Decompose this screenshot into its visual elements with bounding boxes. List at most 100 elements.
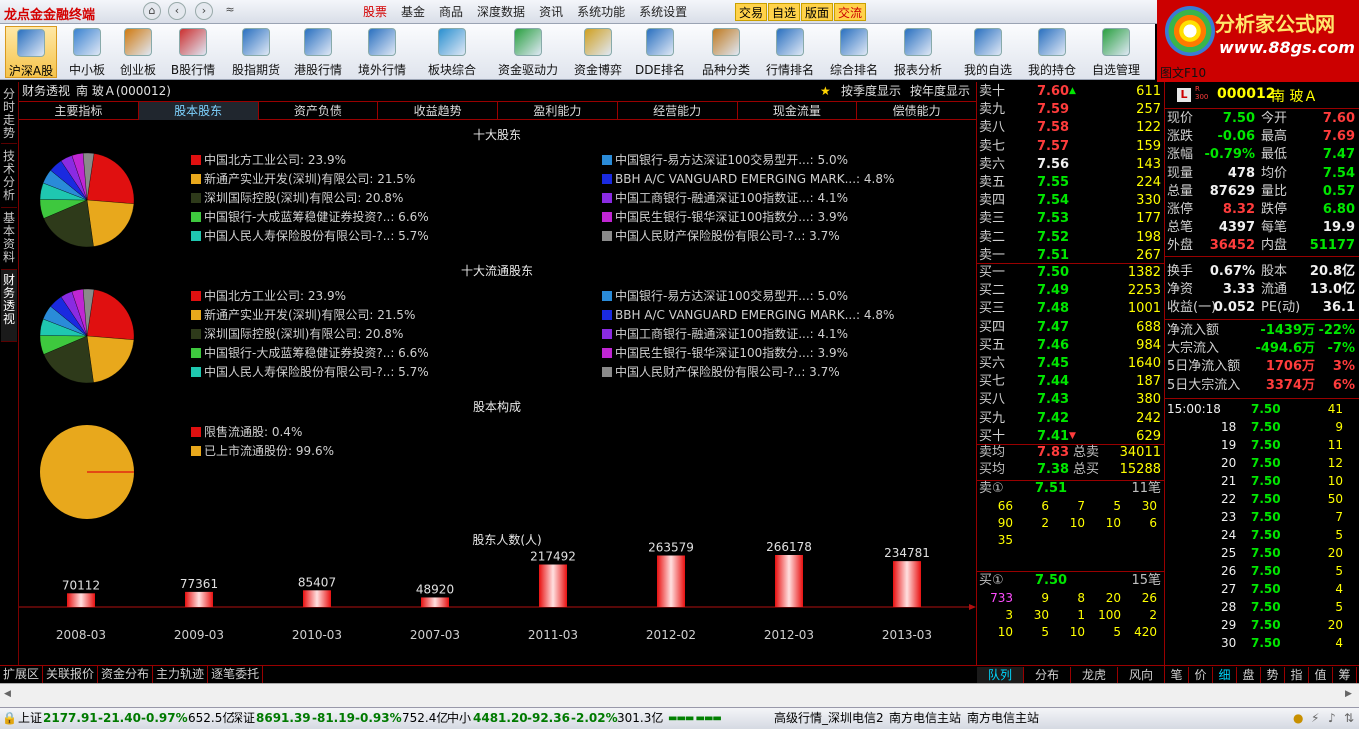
info-tab-7[interactable]: 筹	[1333, 667, 1357, 683]
info-tab-5[interactable]: 指	[1285, 667, 1309, 683]
trade-btn-1[interactable]: 自选	[768, 3, 801, 21]
bottom-tab-2[interactable]: 资金分布	[98, 666, 154, 683]
scroll-right-icon[interactable]: ▶	[1345, 689, 1352, 699]
menu-item-1[interactable]: 基金	[394, 4, 432, 20]
info-tab-2[interactable]: 细	[1213, 667, 1237, 683]
subtab-5[interactable]: 经营能力	[618, 102, 738, 120]
toolbar-btn-5[interactable]: 港股行情	[290, 26, 346, 78]
left-tab-3[interactable]: 财务透视	[1, 270, 17, 342]
menu-item-6[interactable]: 系统设置	[632, 4, 694, 20]
quote-row[interactable]: 买六 7.45 1640	[977, 355, 1165, 373]
quote-row[interactable]: 买九 7.42 242	[977, 410, 1165, 428]
tick-time: 28	[1221, 600, 1237, 614]
quote-row[interactable]: 卖九 7.59 257	[977, 101, 1165, 119]
quote-level: 卖十	[979, 84, 1006, 99]
info-label2: 每笔	[1261, 220, 1288, 236]
menu-item-4[interactable]: 资讯	[532, 4, 570, 20]
toolbar-btn-7[interactable]: 板块综合	[424, 26, 480, 78]
quote-row[interactable]: 买五 7.46 984	[977, 337, 1165, 355]
trade-btn-3[interactable]: 交流	[834, 3, 867, 21]
trade-btn-2[interactable]: 版面	[801, 3, 834, 21]
main-server-1[interactable]: 南方电信主站	[889, 708, 961, 729]
quote-row[interactable]: 卖七 7.57 159	[977, 138, 1165, 156]
info-tab-6[interactable]: 值	[1309, 667, 1333, 683]
info-tab-0[interactable]: 笔	[1165, 667, 1189, 683]
toolbar-btn-17[interactable]: 自选管理	[1088, 26, 1144, 78]
quote-row[interactable]: 买八 7.43 380	[977, 391, 1165, 409]
opt-quarter[interactable]: 按季度显示	[841, 82, 901, 100]
bottom-tab-3[interactable]: 主力轨迹	[153, 666, 209, 683]
bottom-tab-4[interactable]: 逐笔委托	[208, 666, 264, 683]
left-tab-1[interactable]: 技术分析	[1, 146, 17, 208]
left-tab-2[interactable]: 基本资料	[1, 208, 17, 270]
home-icon[interactable]: ⌂	[143, 2, 161, 20]
quote-row[interactable]: 卖三 7.53 177	[977, 210, 1165, 228]
tick-time: 25	[1221, 546, 1237, 560]
info-tab-4[interactable]: 势	[1261, 667, 1285, 683]
quote-tab-0[interactable]: 队列	[977, 667, 1024, 683]
subtab-1[interactable]: 股本股东	[138, 102, 259, 120]
subtab-3[interactable]: 收益趋势	[378, 102, 498, 120]
toolbar-btn-8[interactable]: 资金驱动力	[494, 26, 562, 78]
toolbar-btn-13[interactable]: 综合排名	[826, 26, 882, 78]
quote-row[interactable]: 卖二 7.52 198	[977, 229, 1165, 247]
menu-item-0[interactable]: 股票	[356, 4, 394, 20]
subtab-2[interactable]: 资产负债	[259, 102, 379, 120]
back-icon[interactable]: ‹	[168, 2, 186, 20]
menu-item-3[interactable]: 深度数据	[470, 4, 532, 20]
left-tab-0[interactable]: 分时走势	[1, 84, 17, 144]
subtab-0[interactable]: 主要指标	[19, 102, 139, 120]
info-value2: 7.54	[1322, 165, 1355, 181]
toolbar-btn-1[interactable]: 中小板	[61, 26, 113, 78]
tick-price: 7.50	[1251, 420, 1281, 434]
quote-tab-3[interactable]: 风向	[1118, 667, 1165, 683]
quote-tab-1[interactable]: 分布	[1024, 667, 1071, 683]
toolbar-btn-16[interactable]: 我的持仓	[1024, 26, 1080, 78]
scroll-left-icon[interactable]: ◀	[4, 689, 11, 699]
toolbar-btn-0[interactable]: 沪深A股	[5, 26, 57, 78]
toolbar-btn-3[interactable]: B股行情	[165, 26, 221, 78]
main-server-2[interactable]: 南方电信主站	[967, 708, 1039, 729]
info-row: 涨幅 -0.79% 最低 7.47	[1165, 146, 1359, 164]
quote-row[interactable]: 卖六 7.56 143	[977, 156, 1165, 174]
toolbar-btn-15[interactable]: 我的自选	[960, 26, 1016, 78]
quote-row[interactable]: 卖八 7.58 122	[977, 119, 1165, 137]
subtab-6[interactable]: 现金流量	[738, 102, 858, 120]
collapse-icon[interactable]: ≈	[221, 2, 239, 20]
quote-row[interactable]: 卖五 7.55 224	[977, 174, 1165, 192]
subtab-7[interactable]: 偿债能力	[857, 102, 977, 120]
quote-row[interactable]: 买三 7.48 1001	[977, 300, 1165, 318]
quote-tab-2[interactable]: 龙虎	[1071, 667, 1118, 683]
info-tab-1[interactable]: 价	[1189, 667, 1213, 683]
toolbar-btn-14[interactable]: 报表分析	[890, 26, 946, 78]
toolbar-btn-9[interactable]: 资金博弈	[570, 26, 626, 78]
info-value: -0.79%	[1204, 147, 1256, 163]
status-network-icon[interactable]: ⚡	[1311, 708, 1319, 729]
quote-row[interactable]: 买二 7.49 2253	[977, 282, 1165, 300]
trade-btn-0[interactable]: 交易	[735, 3, 768, 21]
quote-row[interactable]: 卖四 7.54 330	[977, 192, 1165, 210]
bottom-tabs: 扩展区 关联报价 资金分布 主力轨迹 逐笔委托	[0, 665, 977, 683]
info-tab-3[interactable]: 盘	[1237, 667, 1261, 683]
bottom-tab-0[interactable]: 扩展区	[0, 666, 44, 683]
status-bell-icon[interactable]: ●	[1293, 708, 1303, 729]
bottom-tab-1[interactable]: 关联报价	[43, 666, 99, 683]
menu-item-5[interactable]: 系统功能	[570, 4, 632, 20]
toolbar-btn-12[interactable]: 行情排名	[762, 26, 818, 78]
toolbar-btn-2[interactable]: 创业板	[113, 26, 163, 78]
toolbar-btn-11[interactable]: 品种分类	[698, 26, 754, 78]
forward-icon[interactable]: ›	[195, 2, 213, 20]
toolbar-btn-10[interactable]: DDE排名	[632, 26, 688, 78]
toolbar-btn-6[interactable]: 境外行情	[354, 26, 410, 78]
toolbar-f10[interactable]: 图文F10	[1160, 64, 1206, 81]
server-name[interactable]: 高级行情_深圳电信2	[774, 708, 884, 729]
subtab-4[interactable]: 盈利能力	[498, 102, 618, 120]
opt-year[interactable]: 按年度显示	[910, 82, 970, 100]
quote-row[interactable]: 买四 7.47 688	[977, 319, 1165, 337]
status-sound-icon[interactable]: ♪	[1328, 708, 1336, 729]
quote-row[interactable]: 买七 7.44 187	[977, 373, 1165, 391]
menu-item-2[interactable]: 商品	[432, 4, 470, 20]
quote-row[interactable]: 买一 7.50 1382	[977, 264, 1165, 282]
toolbar-btn-4[interactable]: 股指期货	[228, 26, 284, 78]
status-arrow-icon[interactable]: ⇅	[1344, 708, 1354, 729]
